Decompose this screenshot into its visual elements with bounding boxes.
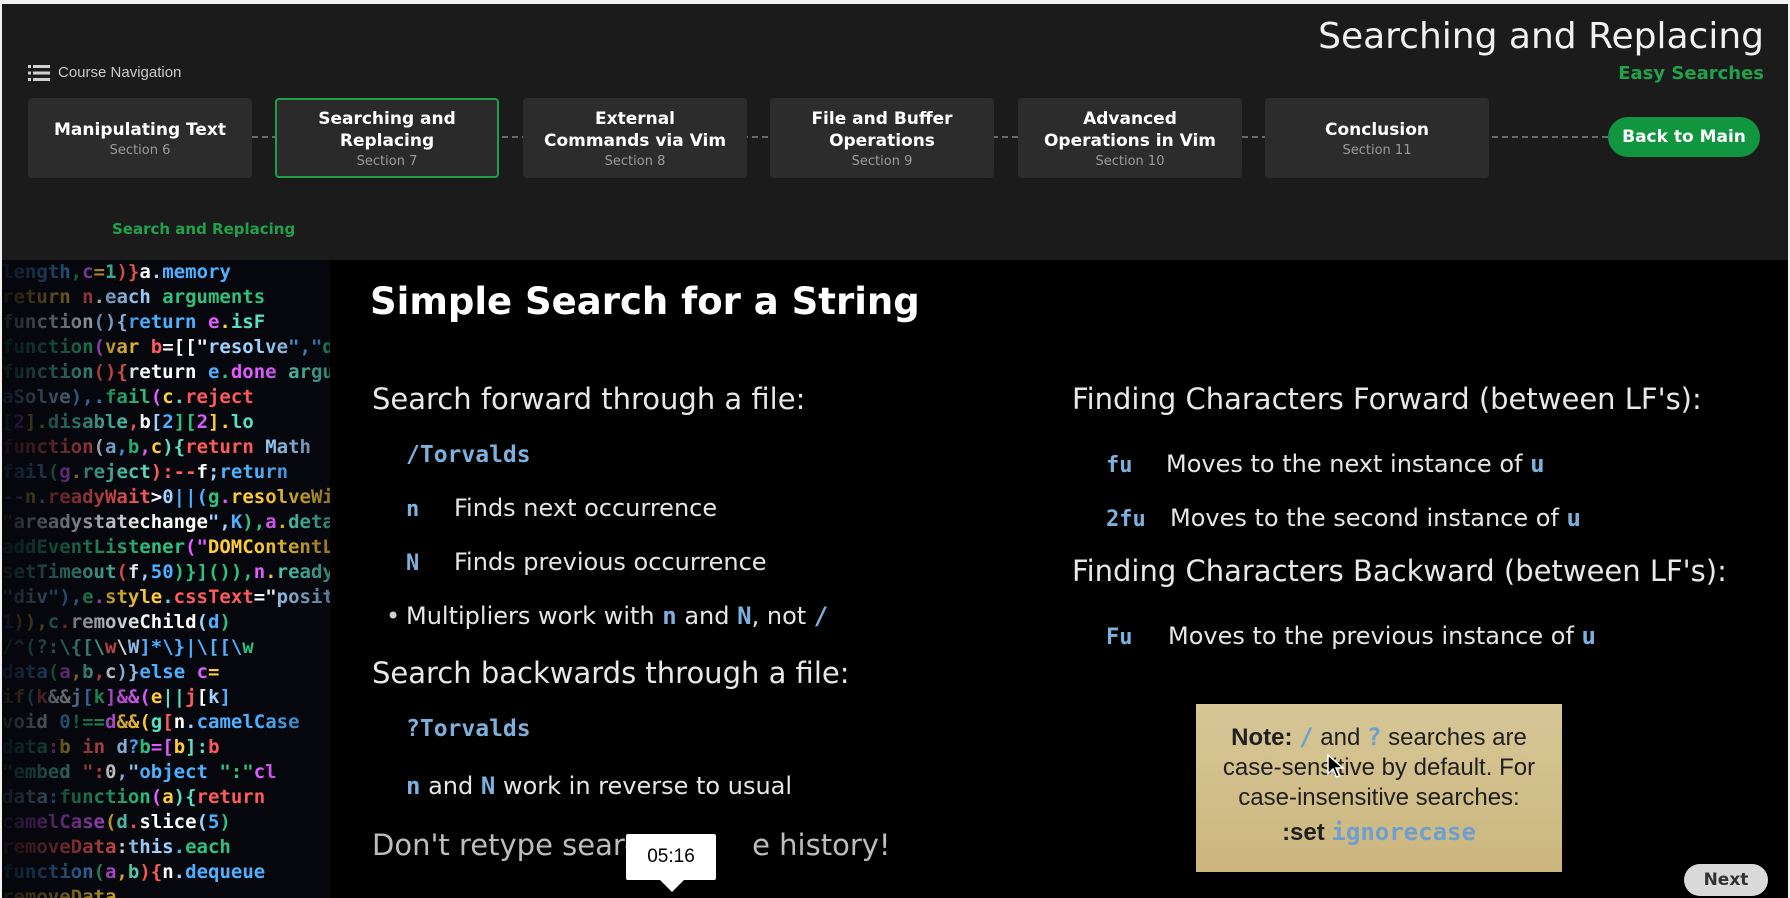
section-step-title: Advanced Operations in Vim [1043, 108, 1217, 151]
note-label: Note: [1231, 724, 1293, 751]
tooltip-arrow [660, 880, 684, 892]
section-step-9[interactable]: File and Buffer Operations Section 9 [770, 98, 994, 178]
note-line-4: :set ignorecase [1210, 817, 1548, 848]
Fu-target: u [1581, 622, 1596, 650]
section-step-number: Section 9 [851, 153, 913, 169]
note-line-2: case-sensitive by default. For [1222, 754, 1536, 781]
course-header: Course Navigation Searching and Replacin… [2, 4, 1788, 260]
Fu-row: Fu Moves to the previous instance of u [1106, 622, 1596, 650]
reverse-text: and [420, 772, 481, 800]
note-line-3: case-insensitive searches: [1238, 784, 1520, 811]
course-navigation-label: Course Navigation [58, 64, 182, 81]
back-to-main-button[interactable]: Back to Main [1608, 117, 1760, 157]
section-step-number: Section 6 [109, 142, 171, 158]
fu-key: fu [1106, 453, 1133, 478]
reverse-key-n: n [406, 772, 421, 800]
section-step-title: Searching and Replacing [318, 108, 456, 151]
slide-content: Simple Search for a String Search forwar… [330, 260, 1788, 898]
section-step-title: External Commands via Vim [543, 108, 727, 151]
bullet-text: , not [751, 602, 814, 630]
reverse-keys-row: n and N work in reverse to usual [406, 772, 792, 800]
backward-search-command: ?Torvalds [406, 716, 531, 742]
bullet-text: Multipliers work with [406, 602, 663, 630]
bullet-key-n: n [662, 602, 677, 630]
bullet-key-slash: / [813, 602, 829, 630]
shift-n-key-row: N Finds previous occurrence [406, 548, 767, 576]
Fu-key: Fu [1106, 625, 1133, 650]
2fu-key: 2fu [1106, 507, 1146, 532]
forward-search-command: /Torvalds [406, 442, 531, 468]
section-step-number: Section 8 [604, 153, 666, 169]
shift-n-key: N [406, 551, 420, 576]
section-step-title: Conclusion [1325, 119, 1429, 140]
page-subtitle: Easy Searches [1618, 63, 1764, 84]
note-text: searches are [1381, 724, 1527, 751]
list-icon [28, 64, 50, 81]
reverse-key-shift-n: N [480, 772, 496, 800]
section-step-title: Manipulating Text [54, 119, 226, 140]
section-step-8[interactable]: External Commands via Vim Section 8 [523, 98, 747, 178]
2fu-target: u [1566, 504, 1581, 532]
note-line-1: Note: / and ? searches are [1210, 722, 1548, 753]
n-key: n [406, 497, 420, 522]
note-box: Note: / and ? searches are case-sensitiv… [1196, 704, 1562, 872]
page-title: Searching and Replacing [1318, 16, 1764, 57]
section-step-number: Section 10 [1095, 153, 1165, 169]
code-background-image: length,c=1)}a.memory return n.each argum… [2, 260, 330, 898]
n-key-row: n Finds next occurrence [406, 494, 717, 522]
section-step-title: File and Buffer Operations [811, 108, 953, 151]
section-step-7[interactable]: Searching and Replacing Section 7 [275, 98, 499, 178]
history-text-end: e history! [752, 828, 891, 862]
note-text: and [1313, 724, 1367, 751]
search-forward-heading: Search forward through a file: [372, 382, 806, 416]
mouse-cursor-icon [1327, 753, 1346, 785]
fu-description: Moves to the next instance of [1166, 450, 1531, 478]
note-set-argument: ignorecase [1331, 818, 1476, 846]
fu-row: fu Moves to the next instance of u [1106, 450, 1545, 478]
note-key-slash: / [1299, 723, 1314, 751]
reverse-text: work in reverse to usual [495, 772, 793, 800]
slide-title: Simple Search for a String [370, 280, 920, 323]
note-key-question: ? [1366, 723, 1382, 751]
Fu-description: Moves to the previous instance of [1168, 622, 1582, 650]
search-backward-heading: Search backwards through a file: [372, 656, 850, 690]
timestamp-tooltip: 05:16 [626, 834, 716, 880]
bullet-key-shift-n: N [737, 602, 752, 630]
2fu-row: 2fu Moves to the second instance of u [1106, 504, 1581, 532]
section-step-6[interactable]: Manipulating Text Section 6 [28, 98, 252, 178]
course-player: Course Navigation Searching and Replacin… [2, 4, 1788, 898]
breadcrumb[interactable]: Search and Replacing [112, 220, 295, 238]
bullet-dot: • [386, 602, 401, 630]
section-step-number: Section 7 [356, 153, 418, 169]
code-image-vignette [2, 260, 330, 898]
n-key-description: Finds next occurrence [454, 494, 718, 522]
finding-forward-heading: Finding Characters Forward (between LF's… [1072, 382, 1702, 416]
history-text-start: Don't retype searc [372, 828, 641, 862]
next-button[interactable]: Next [1684, 864, 1768, 896]
shift-n-key-description: Finds previous occurrence [454, 548, 767, 576]
multipliers-bullet: • Multipliers work with n and N, not / [386, 602, 828, 630]
section-step-10[interactable]: Advanced Operations in Vim Section 10 [1018, 98, 1242, 178]
section-step-11[interactable]: Conclusion Section 11 [1265, 98, 1489, 178]
2fu-description: Moves to the second instance of [1170, 504, 1567, 532]
note-set-command: :set [1282, 819, 1332, 846]
section-step-number: Section 11 [1342, 142, 1412, 158]
course-navigation-button[interactable]: Course Navigation [28, 64, 181, 81]
bullet-text: and [676, 602, 738, 630]
finding-backward-heading: Finding Characters Backward (between LF'… [1072, 554, 1727, 588]
fu-target: u [1530, 450, 1545, 478]
